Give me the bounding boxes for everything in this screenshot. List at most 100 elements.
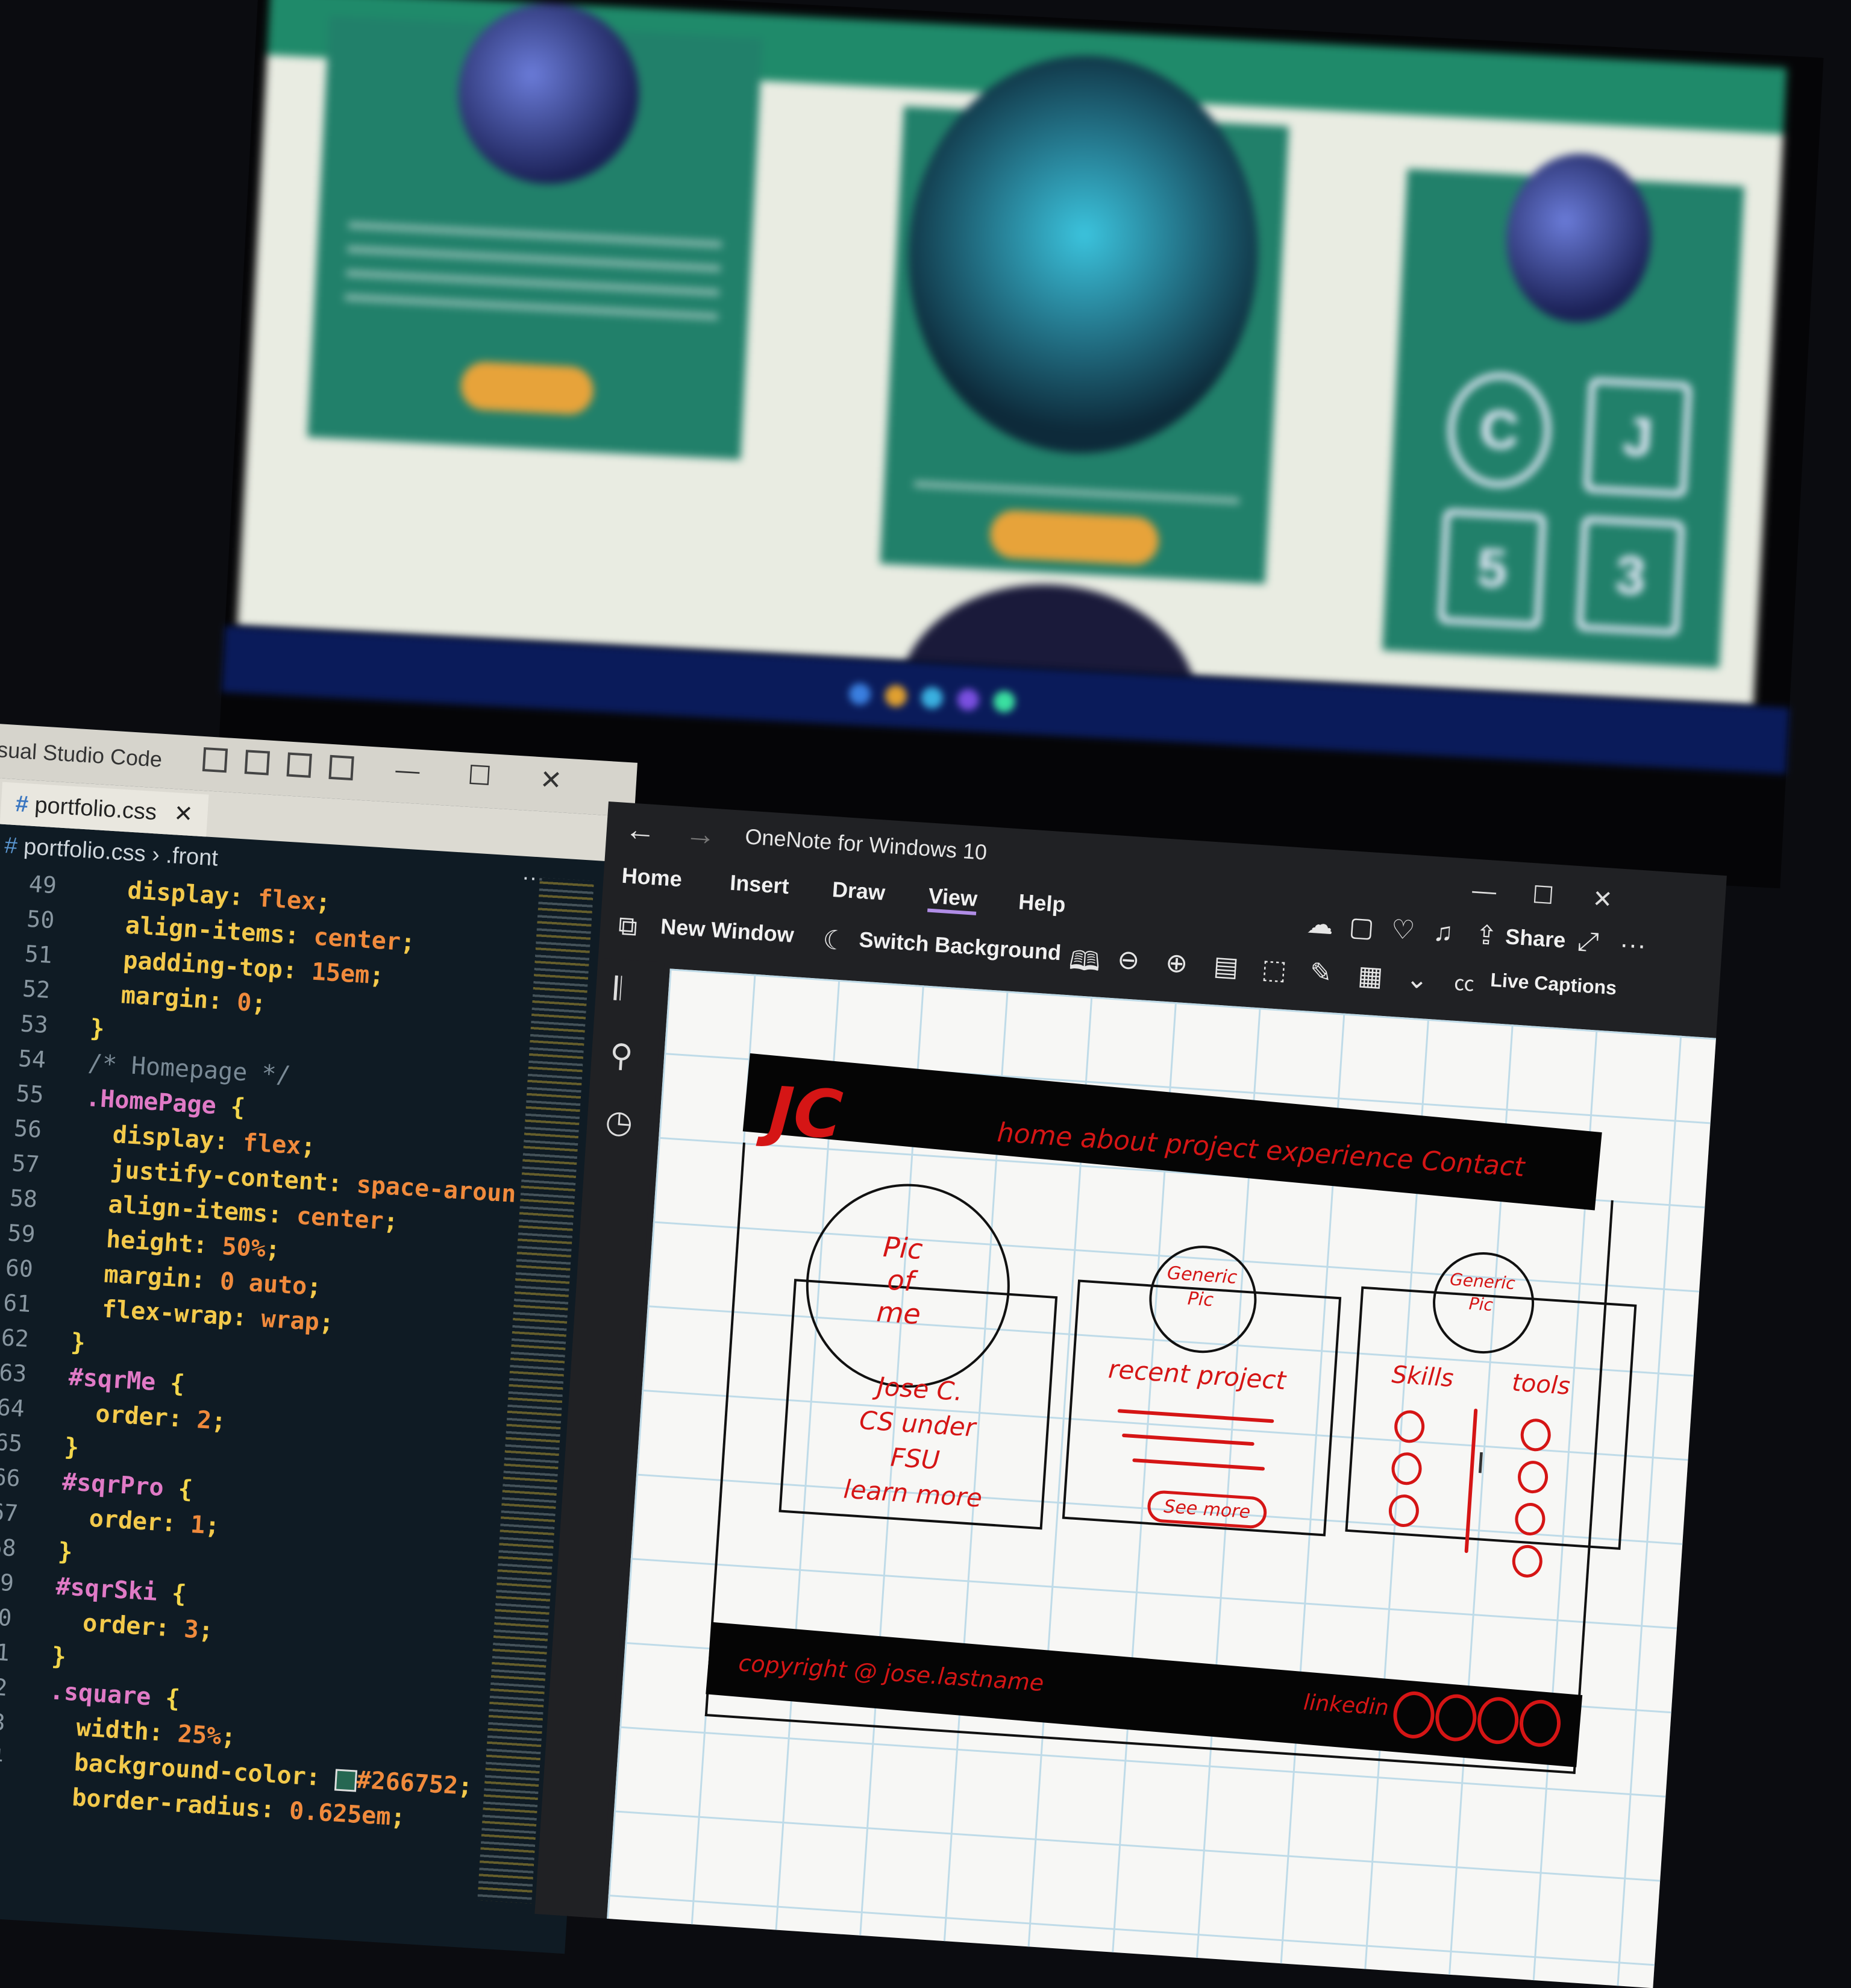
- portfolio-website-preview: C J 5 3: [237, 0, 1787, 706]
- line-number: 62: [0, 1324, 30, 1353]
- back-arrow-icon[interactable]: ←: [624, 811, 657, 849]
- breadcrumb-file[interactable]: portfolio.css: [23, 834, 146, 867]
- close-icon[interactable]: ✕: [539, 764, 563, 796]
- css3-icon: 3: [1576, 516, 1685, 636]
- line-number: 65: [0, 1428, 23, 1457]
- line-number: 59: [7, 1219, 36, 1248]
- switch-background-button[interactable]: Switch Background: [858, 927, 1062, 965]
- line-number: 51: [23, 940, 54, 969]
- html5-icon: 5: [1438, 509, 1547, 629]
- tab-help[interactable]: Help: [1018, 889, 1066, 918]
- share-button[interactable]: Share: [1505, 924, 1567, 953]
- line-number: 71: [0, 1638, 11, 1667]
- cpp-icon: C: [1445, 370, 1554, 491]
- expand-icon[interactable]: ⤢: [1576, 926, 1600, 958]
- rule-lines-icon[interactable]: ▦: [1357, 960, 1384, 992]
- toggle-sidebar-icon[interactable]: [202, 747, 228, 773]
- zoom-out-icon[interactable]: ⊖: [1117, 944, 1141, 976]
- taskbar-app-icon[interactable]: [920, 686, 944, 710]
- tab-insert[interactable]: Insert: [729, 870, 790, 899]
- new-window-button[interactable]: New Window: [660, 914, 795, 948]
- line-number: 74: [0, 1742, 4, 1771]
- line-number: 72: [0, 1673, 8, 1701]
- line-number: 54: [17, 1045, 47, 1073]
- app-title: OneNote for Windows 10: [744, 824, 988, 865]
- line-number: 61: [2, 1289, 32, 1318]
- page-zoom-icon[interactable]: ▤: [1212, 950, 1240, 983]
- breadcrumb: # portfolio.css › .front ···: [4, 833, 546, 891]
- bell-icon[interactable]: ♫: [1432, 917, 1454, 948]
- zoom-in-icon[interactable]: ⊕: [1165, 947, 1189, 979]
- line-number: 52: [22, 975, 51, 1004]
- tab-home[interactable]: Home: [621, 863, 683, 892]
- maximize-icon[interactable]: ☐: [467, 760, 492, 792]
- vscode-window: isual Studio Code — ☐ ✕ # portfolio.css …: [0, 723, 637, 1954]
- taskbar-app-icon[interactable]: [956, 688, 980, 712]
- line-number: 60: [4, 1254, 34, 1283]
- notebooks-icon[interactable]: 𝄃: [613, 971, 622, 1008]
- notebook-icon[interactable]: ▢: [1348, 911, 1375, 944]
- search-icon[interactable]: ⚲: [609, 1037, 634, 1074]
- website-card-projects: [307, 0, 763, 460]
- code-editor[interactable]: display: flex; align-items: center; padd…: [42, 875, 534, 1843]
- share-icon: ⇪: [1474, 920, 1499, 952]
- forward-arrow-icon[interactable]: →: [684, 815, 718, 853]
- profile-image: [898, 46, 1268, 462]
- line-number: 66: [0, 1463, 21, 1492]
- tab-portfolio-css[interactable]: # portfolio.css ✕: [0, 782, 209, 837]
- minimize-icon[interactable]: —: [1471, 877, 1497, 906]
- captions-icon: ㏄: [1453, 971, 1476, 996]
- note-page[interactable]: JC home about project experience Contact…: [607, 968, 1717, 1988]
- line-number: 69: [0, 1568, 15, 1597]
- line-number: 67: [0, 1498, 19, 1527]
- window-title: isual Studio Code: [0, 736, 163, 772]
- css-file-icon: #: [4, 833, 25, 859]
- recent-clock-icon[interactable]: ◷: [604, 1103, 634, 1141]
- tab-close-icon[interactable]: ✕: [173, 801, 193, 827]
- live-captions-button[interactable]: Live Captions: [1489, 969, 1617, 1000]
- chevron-down-icon[interactable]: ⌄: [1405, 963, 1429, 995]
- line-number: 50: [26, 905, 55, 934]
- toggle-panel-icon[interactable]: [244, 750, 271, 776]
- new-window-icon: ⧉: [617, 911, 639, 942]
- tab-draw[interactable]: Draw: [832, 877, 886, 906]
- onenote-window: ← → OneNote for Windows 10 — ☐ ✕ Home In…: [534, 801, 1727, 1988]
- line-number: 55: [15, 1080, 45, 1108]
- minimize-icon[interactable]: —: [395, 756, 421, 785]
- projects-button[interactable]: [459, 360, 595, 416]
- line-number: 70: [0, 1603, 13, 1632]
- customize-layout-icon[interactable]: [328, 754, 354, 781]
- line-number: 68: [0, 1533, 17, 1562]
- maximize-icon[interactable]: ☐: [1532, 881, 1555, 910]
- taskbar-app-icon[interactable]: [848, 682, 871, 706]
- line-number: 73: [0, 1708, 7, 1736]
- line-number: 58: [8, 1184, 39, 1213]
- page-width-icon[interactable]: ⬚: [1261, 954, 1288, 986]
- breadcrumb-symbol[interactable]: .front: [165, 842, 219, 871]
- about-button[interactable]: [989, 509, 1160, 566]
- close-icon[interactable]: ✕: [1591, 885, 1613, 914]
- css-file-icon: #: [14, 791, 36, 818]
- more-options-icon[interactable]: ···: [1618, 929, 1647, 961]
- website-card-skills: C J 5 3: [1382, 150, 1745, 668]
- java-icon: J: [1583, 377, 1692, 498]
- tab-label: portfolio.css: [34, 792, 158, 826]
- toggle-secondary-sidebar-icon[interactable]: [286, 752, 312, 778]
- line-number-gutter: 49 50 51 52 53 54 55 56 57 58 59 60 61 62 63 64 65 66 67 68…: [0, 869, 57, 1814]
- line-number: 49: [28, 870, 58, 899]
- lightbulb-icon[interactable]: ♡: [1390, 914, 1416, 947]
- line-number: 64: [0, 1394, 25, 1422]
- skills-image: [1502, 150, 1656, 327]
- taskbar-app-icon[interactable]: [884, 685, 907, 707]
- color-swatch[interactable]: [334, 1769, 357, 1792]
- sketch-logo: JC: [766, 1071, 845, 1154]
- sync-icon[interactable]: ☁: [1306, 908, 1334, 941]
- moon-icon: ☾: [821, 925, 848, 956]
- line-number: 63: [0, 1359, 28, 1387]
- tab-view[interactable]: View: [927, 883, 979, 915]
- line-number: 53: [19, 1010, 49, 1038]
- line-number: 75: [0, 1777, 2, 1806]
- taskbar-app-icon[interactable]: [992, 690, 1016, 713]
- page-color-icon[interactable]: ✎: [1309, 957, 1333, 989]
- immersive-reader-icon[interactable]: 🕮: [1067, 941, 1101, 988]
